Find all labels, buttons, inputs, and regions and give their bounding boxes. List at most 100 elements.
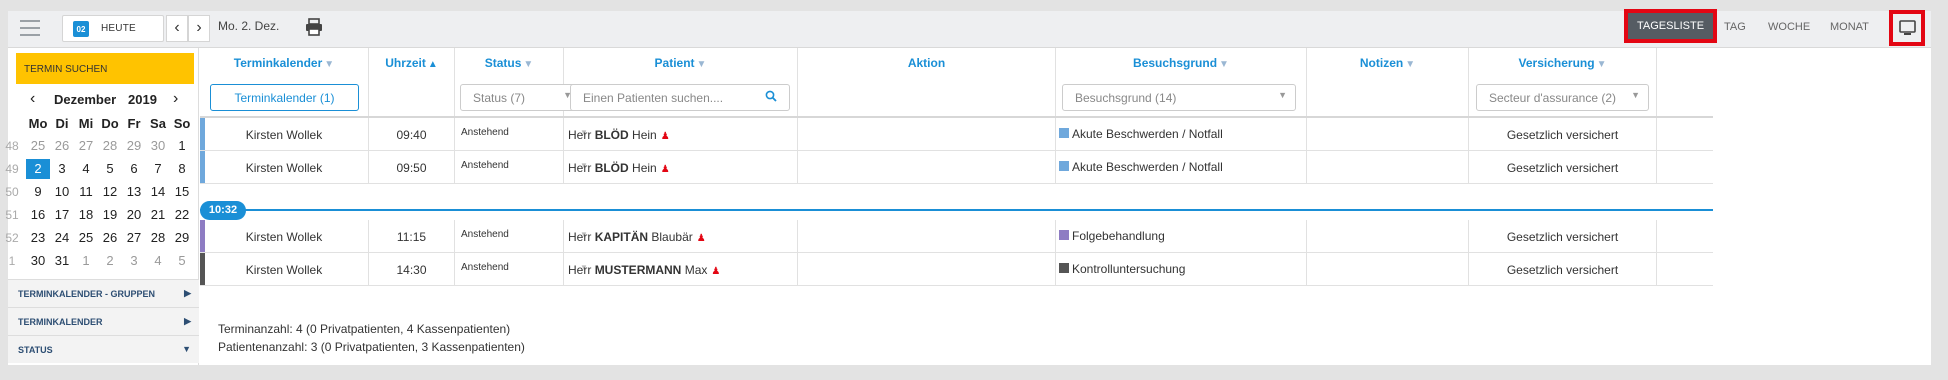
calendar-day[interactable]: 12 — [98, 182, 122, 202]
calendar-day[interactable]: 22 — [170, 205, 194, 225]
section-terminkalender[interactable]: TERMINKALENDER ▶ — [8, 307, 199, 335]
patient-search-input[interactable]: Einen Patienten suchen.... — [570, 84, 790, 111]
calendar-day[interactable]: 15 — [170, 182, 194, 202]
calendar-day[interactable]: 27 — [74, 136, 98, 156]
calendar-day[interactable]: 6 — [122, 159, 146, 179]
terminkalender-filter[interactable]: Terminkalender (1) — [210, 84, 359, 111]
tab-monat[interactable]: MONAT — [1830, 21, 1869, 33]
notes-cell[interactable] — [1307, 253, 1469, 285]
notes-cell[interactable] — [1307, 151, 1469, 183]
tab-tag[interactable]: TAG — [1724, 21, 1746, 33]
status-cell[interactable]: Anstehend ▼ — [455, 220, 588, 252]
action-cell[interactable] — [798, 151, 1056, 183]
calendar-day[interactable]: 18 — [74, 205, 98, 225]
today-button[interactable]: 02 HEUTE — [62, 15, 164, 42]
next-day-button[interactable]: › — [188, 15, 210, 42]
calendar-cell: Kirsten Wollek — [200, 118, 369, 150]
besuchsgrund-filter[interactable]: Besuchsgrund (14) ▼ — [1062, 84, 1296, 111]
menu-icon[interactable] — [20, 20, 40, 38]
calendar-day[interactable]: 5 — [98, 159, 122, 179]
patient-cell[interactable]: Herr BLÖD Hein ♟ — [564, 151, 798, 183]
calendar-day[interactable]: 29 — [170, 228, 194, 248]
calendar-day[interactable]: 27 — [122, 228, 146, 248]
status-filter[interactable]: Status (7) ▼ — [460, 84, 581, 111]
action-cell[interactable] — [798, 118, 1056, 150]
calendar-day[interactable]: 26 — [98, 228, 122, 248]
column-besuchsgrund[interactable]: Besuchsgrund ▼ Besuchsgrund (14) ▼ — [1056, 48, 1307, 116]
calendar-day[interactable]: 2 — [26, 159, 50, 179]
column-patient[interactable]: Patient ▼ Einen Patienten suchen.... — [564, 48, 798, 116]
calendar-day[interactable]: 10 — [50, 182, 74, 202]
calendar-day[interactable]: 19 — [98, 205, 122, 225]
column-notizen[interactable]: Notizen ▼ — [1307, 48, 1469, 116]
calendar-day[interactable]: 4 — [74, 159, 98, 179]
calendar-day[interactable]: 1 — [170, 136, 194, 156]
calendar-day[interactable]: 28 — [98, 136, 122, 156]
notes-cell[interactable] — [1307, 220, 1469, 252]
calendar-weekday: Mi — [78, 116, 94, 131]
next-month-icon[interactable]: › — [173, 90, 178, 108]
table-row[interactable]: Kirsten Wollek 09:40 Anstehend ▼ Herr BLÖD H… — [200, 118, 1713, 151]
calendar-day[interactable]: 28 — [146, 228, 170, 248]
column-uhrzeit[interactable]: Uhrzeit ▲ — [369, 48, 455, 116]
calendar-day[interactable]: 31 — [50, 251, 74, 271]
column-aktion: Aktion — [798, 48, 1056, 116]
calendar-day[interactable]: 4 — [146, 251, 170, 271]
calendar-day[interactable]: 5 — [170, 251, 194, 271]
calendar-day[interactable]: 3 — [50, 159, 74, 179]
patient-cell[interactable]: Herr KAPITÄN Blaubär ♟ — [564, 220, 798, 252]
search-appointment-button[interactable]: TERMIN SUCHEN — [16, 53, 194, 84]
prev-month-icon[interactable]: ‹ — [30, 90, 35, 108]
time-cell: 09:40 — [369, 118, 455, 150]
calendar-day[interactable]: 23 — [26, 228, 50, 248]
versicherung-filter[interactable]: Secteur d'assurance (2) ▼ — [1476, 84, 1649, 111]
status-select[interactable]: Anstehend ▼ — [461, 262, 588, 273]
table-row[interactable]: Kirsten Wollek 11:15 Anstehend ▼ Herr KAPITÄ… — [200, 220, 1713, 253]
table-row[interactable]: Kirsten Wollek 09:50 Anstehend ▼ Herr BLÖD H… — [200, 151, 1713, 184]
calendar-day[interactable]: 25 — [74, 228, 98, 248]
column-terminkalender[interactable]: Terminkalender ▼ Terminkalender (1) — [200, 48, 369, 116]
calendar-day[interactable]: 1 — [74, 251, 98, 271]
tab-tagesliste[interactable]: TAGESLISTE — [1623, 9, 1718, 43]
column-label: Besuchsgrund — [1133, 56, 1218, 70]
patient-cell[interactable]: Herr MUSTERMANN Max ♟ — [564, 253, 798, 285]
table-row[interactable]: Kirsten Wollek 14:30 Anstehend ▼ Herr MUSTER… — [200, 253, 1713, 286]
calendar-day[interactable]: 8 — [170, 159, 194, 179]
calendar-day[interactable]: 17 — [50, 205, 74, 225]
calendar-day[interactable]: 13 — [122, 182, 146, 202]
calendar-day[interactable]: 29 — [122, 136, 146, 156]
section-status[interactable]: STATUS ▼ — [8, 335, 199, 363]
calendar-day[interactable]: 26 — [50, 136, 74, 156]
printer-icon[interactable] — [305, 18, 323, 36]
calendar-day[interactable]: 2 — [98, 251, 122, 271]
calendar-day[interactable]: 16 — [26, 205, 50, 225]
calendar-day[interactable]: 3 — [122, 251, 146, 271]
calendar-day[interactable]: 7 — [146, 159, 170, 179]
calendar-day[interactable]: 11 — [74, 182, 98, 202]
search-icon[interactable] — [765, 90, 777, 102]
tab-woche[interactable]: WOCHE — [1768, 21, 1810, 33]
column-versicherung[interactable]: Versicherung ▼ Secteur d'assurance (2) ▼ — [1469, 48, 1657, 116]
status-select[interactable]: Anstehend ▼ — [461, 229, 588, 240]
status-cell[interactable]: Anstehend ▼ — [455, 253, 588, 285]
status-cell[interactable]: Anstehend ▼ — [455, 151, 588, 183]
calendar-day[interactable]: 24 — [50, 228, 74, 248]
status-cell[interactable]: Anstehend ▼ — [455, 118, 588, 150]
calendar-day[interactable]: 25 — [26, 136, 50, 156]
calendar-day[interactable]: 14 — [146, 182, 170, 202]
status-select[interactable]: Anstehend ▼ — [461, 160, 588, 171]
column-status[interactable]: Status ▼ Status (7) ▼ — [455, 48, 581, 116]
monitor-view-button[interactable] — [1889, 10, 1925, 46]
patient-cell[interactable]: Herr BLÖD Hein ♟ — [564, 118, 798, 150]
prev-day-button[interactable]: ‹ — [166, 15, 188, 42]
notes-cell[interactable] — [1307, 118, 1469, 150]
calendar-day[interactable]: 30 — [26, 251, 50, 271]
calendar-day[interactable]: 9 — [26, 182, 50, 202]
status-select[interactable]: Anstehend ▼ — [461, 127, 588, 138]
calendar-day[interactable]: 30 — [146, 136, 170, 156]
section-terminkalender-gruppen[interactable]: TERMINKALENDER - GRUPPEN ▶ — [8, 279, 199, 307]
calendar-day[interactable]: 21 — [146, 205, 170, 225]
action-cell[interactable] — [798, 220, 1056, 252]
action-cell[interactable] — [798, 253, 1056, 285]
calendar-day[interactable]: 20 — [122, 205, 146, 225]
